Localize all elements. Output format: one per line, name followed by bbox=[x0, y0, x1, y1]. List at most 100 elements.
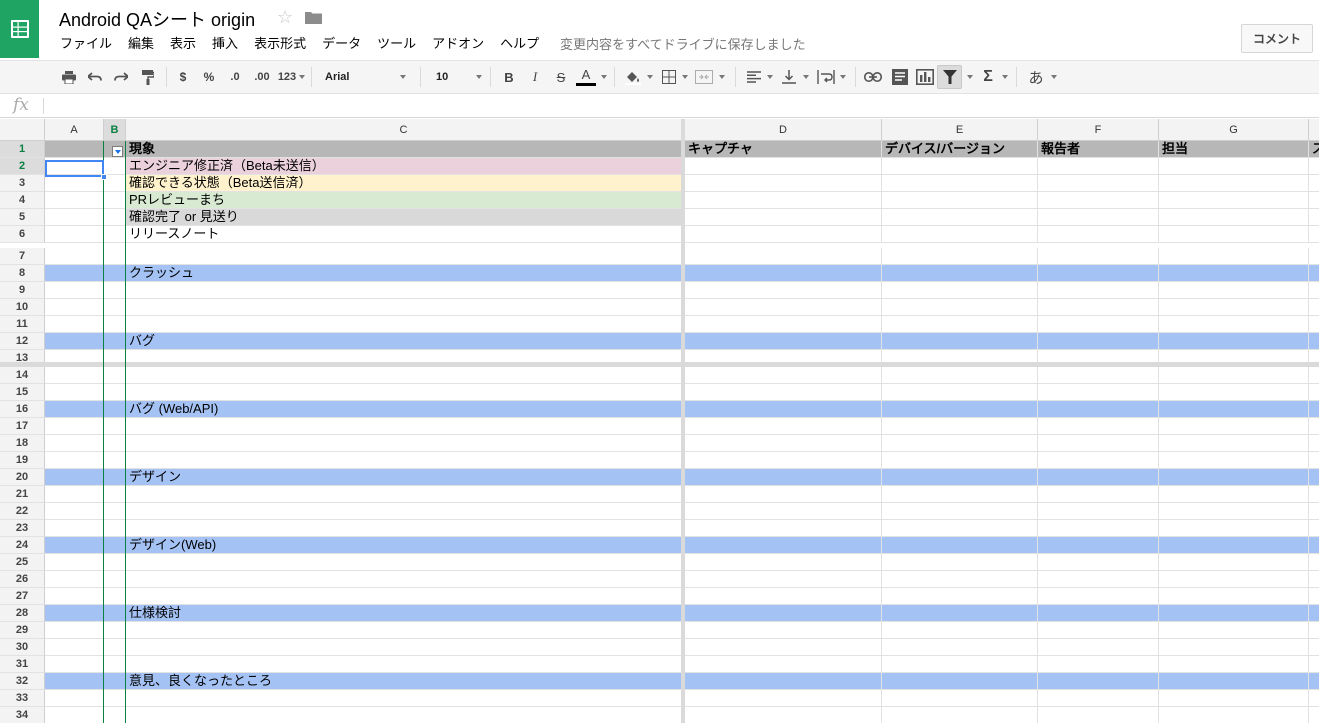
decrease-decimal-button[interactable]: .0 bbox=[226, 61, 244, 93]
cell-d[interactable] bbox=[685, 299, 882, 316]
cell-h[interactable] bbox=[1309, 486, 1319, 503]
cell-g[interactable] bbox=[1159, 192, 1309, 209]
cell-d[interactable] bbox=[685, 418, 882, 435]
cell-h[interactable] bbox=[1309, 503, 1319, 520]
cell-d[interactable] bbox=[685, 282, 882, 299]
cell-g[interactable] bbox=[1159, 435, 1309, 452]
cell-c[interactable] bbox=[126, 384, 682, 401]
cell-h[interactable] bbox=[1309, 673, 1319, 690]
menu-tools[interactable]: ツール bbox=[369, 35, 424, 53]
cell-g[interactable] bbox=[1159, 209, 1309, 226]
cell-d[interactable] bbox=[685, 401, 882, 418]
cell-d[interactable] bbox=[685, 367, 882, 384]
cell-c[interactable] bbox=[126, 639, 682, 656]
cell-h[interactable] bbox=[1309, 299, 1319, 316]
cell-c[interactable] bbox=[126, 248, 682, 265]
cell-b[interactable] bbox=[104, 248, 126, 265]
menu-edit[interactable]: 編集 bbox=[120, 35, 162, 53]
row-header[interactable]: 21 bbox=[0, 486, 45, 503]
cell-d[interactable] bbox=[685, 537, 882, 554]
cell-e[interactable] bbox=[882, 192, 1038, 209]
cell-c[interactable] bbox=[126, 588, 682, 605]
paint-format-icon[interactable] bbox=[139, 61, 157, 93]
cell-c[interactable] bbox=[126, 435, 682, 452]
cell-e[interactable] bbox=[882, 384, 1038, 401]
cell-b[interactable] bbox=[104, 175, 126, 192]
borders-icon[interactable] bbox=[660, 61, 678, 93]
cell-g[interactable] bbox=[1159, 384, 1309, 401]
italic-button[interactable]: I bbox=[526, 61, 544, 93]
cell-d[interactable] bbox=[685, 175, 882, 192]
fill-handle[interactable] bbox=[101, 174, 107, 180]
cell-f[interactable] bbox=[1038, 282, 1159, 299]
cell-a[interactable] bbox=[45, 209, 104, 226]
cell-e[interactable] bbox=[882, 226, 1038, 243]
cell-e[interactable] bbox=[882, 656, 1038, 673]
cell-e[interactable] bbox=[882, 248, 1038, 265]
cell-b[interactable] bbox=[104, 605, 126, 622]
cell-h[interactable] bbox=[1309, 707, 1319, 723]
cell-d[interactable] bbox=[685, 469, 882, 486]
row-header[interactable]: 28 bbox=[0, 605, 45, 622]
cell-c[interactable] bbox=[126, 503, 682, 520]
menu-format[interactable]: 表示形式 bbox=[246, 35, 314, 53]
save-status[interactable]: 変更内容をすべてドライブに保存しました bbox=[560, 34, 806, 53]
row-header[interactable]: 8 bbox=[0, 265, 45, 282]
cell-b[interactable] bbox=[104, 486, 126, 503]
cell-c[interactable] bbox=[126, 486, 682, 503]
cell-e[interactable] bbox=[882, 707, 1038, 723]
chart-icon[interactable] bbox=[915, 61, 935, 93]
cell-c[interactable] bbox=[126, 367, 682, 384]
row-header[interactable]: 27 bbox=[0, 588, 45, 605]
cell-a[interactable] bbox=[45, 707, 104, 723]
filter-dropdown-icon[interactable] bbox=[112, 146, 123, 157]
cell-d[interactable] bbox=[685, 486, 882, 503]
cell-d[interactable] bbox=[685, 690, 882, 707]
cell-b[interactable] bbox=[104, 435, 126, 452]
cell-g[interactable] bbox=[1159, 418, 1309, 435]
cell-h[interactable] bbox=[1309, 622, 1319, 639]
star-icon[interactable]: ☆ bbox=[277, 7, 293, 28]
cell-a[interactable] bbox=[45, 571, 104, 588]
column-header-a[interactable]: A bbox=[45, 119, 104, 141]
cell-h[interactable] bbox=[1309, 209, 1319, 226]
filter-icon[interactable] bbox=[937, 65, 962, 89]
strikethrough-button[interactable]: S bbox=[552, 61, 570, 93]
cell-b[interactable] bbox=[104, 226, 126, 243]
cell-f[interactable] bbox=[1038, 192, 1159, 209]
cell-a[interactable] bbox=[45, 656, 104, 673]
cell-h[interactable] bbox=[1309, 316, 1319, 333]
row-header[interactable]: 1 bbox=[0, 141, 45, 158]
input-tools-button[interactable]: あ bbox=[1026, 61, 1046, 93]
row-header[interactable]: 22 bbox=[0, 503, 45, 520]
cell-e[interactable] bbox=[882, 588, 1038, 605]
cell-h[interactable] bbox=[1309, 588, 1319, 605]
cell-f[interactable] bbox=[1038, 209, 1159, 226]
bold-button[interactable]: B bbox=[500, 61, 518, 93]
cell-f[interactable] bbox=[1038, 639, 1159, 656]
cell-h[interactable] bbox=[1309, 265, 1319, 282]
cell-a[interactable] bbox=[45, 469, 104, 486]
cell-e[interactable] bbox=[882, 554, 1038, 571]
cell-b[interactable] bbox=[104, 622, 126, 639]
row-header[interactable]: 29 bbox=[0, 622, 45, 639]
active-cell-selection[interactable] bbox=[45, 160, 104, 177]
row-header[interactable]: 16 bbox=[0, 401, 45, 418]
cell-b[interactable] bbox=[104, 707, 126, 723]
cell-b[interactable] bbox=[104, 265, 126, 282]
cell-b[interactable] bbox=[104, 418, 126, 435]
cell-a[interactable] bbox=[45, 265, 104, 282]
cell-d[interactable] bbox=[685, 384, 882, 401]
column-header-e[interactable]: E bbox=[882, 119, 1038, 141]
cell-f[interactable] bbox=[1038, 707, 1159, 723]
cell-e[interactable]: デバイス/バージョン bbox=[882, 141, 1038, 158]
row-header[interactable]: 2 bbox=[0, 158, 45, 175]
cell-g[interactable] bbox=[1159, 299, 1309, 316]
column-header-h[interactable]: H bbox=[1309, 119, 1319, 141]
cell-g[interactable] bbox=[1159, 588, 1309, 605]
cell-c[interactable] bbox=[126, 316, 682, 333]
text-color-button[interactable]: A bbox=[576, 61, 596, 93]
cell-d[interactable] bbox=[685, 226, 882, 243]
cell-f[interactable] bbox=[1038, 435, 1159, 452]
cell-h[interactable]: ス bbox=[1309, 141, 1319, 158]
